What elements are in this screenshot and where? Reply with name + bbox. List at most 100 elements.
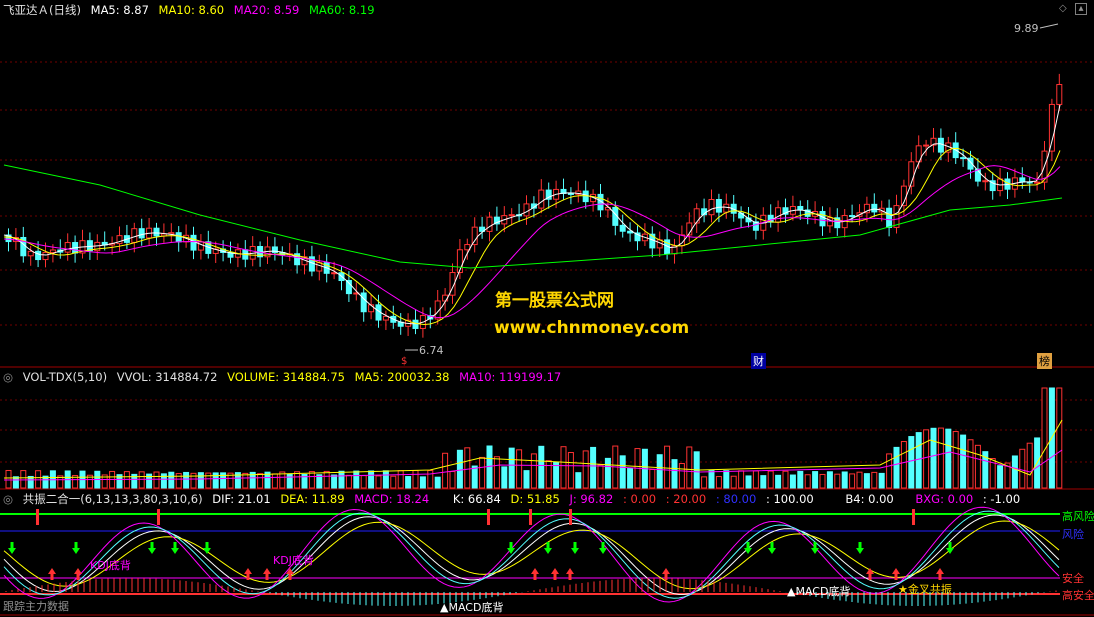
candlestick — [1048, 103, 1055, 152]
candlestick — [775, 207, 782, 223]
volume-bar — [138, 471, 145, 489]
volume-bar — [545, 460, 552, 489]
safe-label: 安全 — [1062, 572, 1084, 585]
candlestick — [49, 249, 56, 253]
volume-bar — [294, 471, 301, 489]
volume-bar — [375, 475, 382, 489]
watermark-title: 第一股票公式网 — [495, 291, 614, 311]
volume-bar — [708, 470, 715, 489]
macd-divergence-label: ▲MACD底背 — [787, 585, 851, 598]
candlestick — [153, 227, 160, 237]
candlestick — [960, 157, 967, 160]
volume-bar — [856, 471, 863, 489]
volume-bar — [752, 470, 759, 489]
sell-arrow-icon — [148, 542, 156, 554]
volume-bar — [893, 446, 900, 489]
volume-bar — [664, 445, 671, 489]
collapse-icon[interactable]: ◎ — [3, 370, 13, 384]
high-risk-label: 高风险 — [1062, 510, 1094, 523]
candlestick — [886, 207, 893, 228]
volume-readout: VOLUME: 314884.75 — [227, 370, 345, 384]
collapse-icon[interactable]: ◎ — [3, 492, 13, 506]
candlestick — [412, 319, 419, 329]
volume-bar — [456, 449, 463, 489]
indicator-name[interactable]: 共振二合一(6,13,13,3,80,3,10,6) — [23, 492, 203, 506]
volume-bar — [656, 454, 663, 489]
volume-bar — [760, 475, 767, 489]
volume-bar — [390, 475, 397, 489]
ma20-readout: MA20: 8.59 — [233, 3, 300, 17]
sell-arrow-icon — [856, 542, 864, 554]
candlestick — [1056, 84, 1063, 105]
volume-bar — [997, 465, 1004, 489]
volume-bar — [745, 475, 752, 489]
volume-bar — [604, 457, 611, 489]
candlestick — [508, 214, 515, 217]
volume-bar — [908, 436, 915, 489]
diamond-icon[interactable]: ◇ — [1059, 3, 1067, 14]
volume-bar — [286, 473, 293, 489]
volume-bar — [723, 470, 730, 489]
volume-bar — [153, 471, 160, 489]
volume-bar — [382, 470, 389, 489]
watermark-url: www.chnmoney.com — [494, 318, 690, 338]
candlestick — [708, 199, 715, 216]
volume-bar — [789, 474, 796, 489]
sell-arrow-icon — [203, 542, 211, 554]
kdj-divergence-label: KDJ底背 — [273, 554, 314, 567]
candlestick — [27, 250, 34, 257]
volume-bar — [538, 445, 545, 489]
volume-bar — [427, 469, 434, 489]
indicator-panel-header: ◎ 共振二合一(6,13,13,3,80,3,10,6) DIF: 21.01 … — [3, 492, 1026, 506]
volume-bar — [671, 459, 678, 489]
volume-bar — [516, 449, 523, 489]
collapse-icon[interactable]: ▴ — [1075, 3, 1087, 15]
finance-marker[interactable]: 财 — [751, 353, 766, 369]
volume-bar — [5, 469, 12, 489]
list-marker[interactable]: 榜 — [1037, 353, 1052, 369]
high-safe-label: 高安全 — [1062, 589, 1094, 602]
volume-bar — [464, 447, 471, 489]
candlestick — [937, 137, 944, 153]
main-force-label: 跟踪主力数据 — [3, 600, 69, 613]
volume-bar — [168, 471, 175, 489]
k-readout: K: 66.84 — [452, 492, 501, 506]
r3-readout: : 80.00 — [715, 492, 757, 506]
volume-bar — [575, 472, 582, 489]
volume-bar — [952, 431, 959, 489]
volume-bar — [271, 473, 278, 489]
volume-bar — [360, 475, 367, 489]
candlestick — [538, 189, 545, 209]
volume-bar — [508, 447, 515, 489]
volume-bar — [257, 473, 264, 489]
volume-bar — [353, 470, 360, 489]
volume-indicator-name[interactable]: VOL-TDX(5,10) — [23, 370, 107, 384]
volume-bar — [678, 463, 685, 489]
volume-bar — [308, 471, 315, 489]
stock-title[interactable]: 飞亚达Ａ(日线) — [3, 3, 81, 17]
warning-bar — [529, 509, 532, 525]
volume-bar — [530, 453, 537, 489]
d-readout: D: 51.85 — [510, 492, 560, 506]
b4-readout: B4: 0.00 — [845, 492, 894, 506]
volume-bar — [863, 473, 870, 489]
volume-bar — [826, 471, 833, 489]
low-price-label: 6.74 — [419, 344, 444, 357]
volume-bar — [738, 470, 745, 489]
warning-bar — [912, 509, 915, 525]
volume-bar — [923, 429, 930, 489]
volume-bar — [1019, 448, 1026, 489]
volume-panel-header: ◎ VOL-TDX(5,10) VVOL: 314884.72 VOLUME: … — [3, 370, 567, 384]
volume-bar — [501, 466, 508, 489]
r1-readout: : 0.00 — [622, 492, 657, 506]
candlestick — [619, 224, 626, 232]
j-readout: J: 96.82 — [569, 492, 614, 506]
candlestick — [923, 144, 930, 147]
candlestick — [523, 203, 530, 217]
volume-bar — [686, 446, 693, 489]
resonance-label: ★金叉共振 — [898, 583, 952, 596]
warning-bar — [487, 509, 490, 525]
volume-bar — [493, 456, 500, 489]
volume-bar — [553, 461, 560, 489]
volume-bar — [915, 432, 922, 489]
